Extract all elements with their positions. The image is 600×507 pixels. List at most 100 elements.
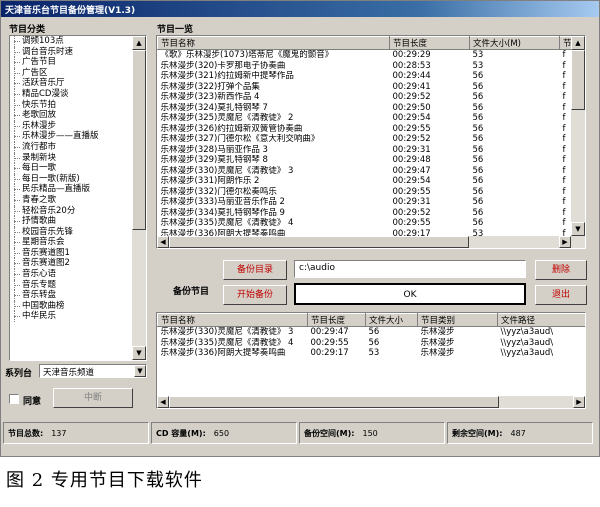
- table-row[interactable]: 乐林漫步(328)马丽亚作品 3 00:29:31 56 f: [158, 145, 574, 156]
- table-row[interactable]: 乐林漫步(326)约拉姆新双簧管协奏曲 00:29:55 56 f: [158, 124, 574, 135]
- table-row[interactable]: 乐林漫步(333)马丽亚音乐作品 2 00:29:31 56 f: [158, 197, 574, 208]
- category-item[interactable]: 音乐赛道图1: [10, 247, 132, 259]
- category-item[interactable]: 老歌回放: [10, 110, 132, 121]
- category-item[interactable]: 音乐专题: [10, 279, 132, 291]
- table-row[interactable]: 乐林漫步(322)打弹个品集 00:29:41 56 f: [158, 82, 574, 93]
- category-item[interactable]: 广告区: [10, 67, 132, 79]
- table-row[interactable]: 乐林漫步(334)莫扎特钢琴作品 9 00:29:52 56 f: [158, 208, 574, 219]
- table-row[interactable]: 乐林漫步(336)阿朗大提琴奏鸣曲 00:29:17 53 乐林漫步 \\yyz\a3a…: [158, 348, 586, 359]
- hscroll-thumb[interactable]: [169, 236, 469, 248]
- category-item[interactable]: 校园音乐先锋: [10, 226, 132, 238]
- table-cell: 乐林漫步(332)门德尔松奏鸣乐: [160, 186, 277, 197]
- scroll-left-icon[interactable]: ◀: [157, 396, 169, 408]
- table-row[interactable]: 乐林漫步(325)灵魔尼《清教徒》 2 00:29:54 56 f: [158, 113, 574, 124]
- category-item[interactable]: 活跃音乐厅: [10, 78, 132, 89]
- table-cell: \\yyz\a3aud\: [500, 327, 554, 337]
- program-scrollbar[interactable]: ▲ ▼: [571, 36, 585, 248]
- scroll-down-icon[interactable]: ▼: [132, 346, 146, 360]
- exit-button[interactable]: 退出: [535, 285, 587, 305]
- table-cell: 乐林漫步: [420, 337, 455, 348]
- table-row[interactable]: 乐林漫步(320)卡罗那电子协奏曲 00:28:53 53 f: [158, 61, 574, 72]
- category-item[interactable]: 中华民乐: [10, 311, 132, 322]
- status-bar: 节目总数: 137 CD 容量(M): 650 备份空间(M): 150 剩余空间(M): 4…: [3, 422, 597, 444]
- delete-button[interactable]: 删除: [535, 260, 587, 280]
- category-item[interactable]: 音乐心语: [10, 269, 132, 280]
- scroll-right-icon[interactable]: ▶: [559, 236, 571, 248]
- table-row[interactable]: 乐林漫步(323)新西作品 4 00:29:52 56 f: [158, 92, 574, 103]
- status-label: 节目总数:: [8, 429, 44, 438]
- column-header[interactable]: 文件路径: [497, 313, 585, 327]
- category-item[interactable]: 快乐节拍: [10, 99, 132, 111]
- status-label: 备份空间(M):: [304, 429, 355, 438]
- column-header[interactable]: 节目长度: [307, 313, 366, 327]
- table-row[interactable]: 乐林漫步(335)灵魔尼《清教徒》 4 00:29:55 56 f: [158, 218, 574, 229]
- start-backup-button[interactable]: 开始备份: [223, 285, 287, 305]
- table-cell: 《歌》乐林漫步(1073)塔蒂尼《魔鬼的颤音》: [160, 50, 334, 60]
- table-row[interactable]: 乐林漫步(335)灵魔尼《清教徒》 4 00:29:55 56 乐林漫步 \\yyz\a…: [158, 338, 586, 349]
- table-row[interactable]: 乐林漫步(329)莫扎特钢琴 8 00:29:48 56 f: [158, 155, 574, 166]
- table-row[interactable]: 乐林漫步(331)阿朗作乐 2 00:29:54 56 f: [158, 176, 574, 187]
- category-item[interactable]: 民乐精品—直播版: [10, 184, 132, 195]
- category-item[interactable]: 音乐赛道图2: [10, 258, 132, 269]
- download-hscrollbar[interactable]: ◀ ▶: [157, 396, 585, 408]
- table-cell: 53: [472, 50, 484, 60]
- scroll-thumb[interactable]: [132, 50, 146, 230]
- category-item[interactable]: 中国歌曲榜: [10, 300, 132, 312]
- table-cell: 56: [472, 123, 484, 134]
- hscroll-thumb[interactable]: [169, 396, 499, 408]
- chevron-down-icon[interactable]: ▼: [134, 365, 146, 377]
- scroll-thumb[interactable]: [571, 50, 585, 110]
- table-cell: 乐林漫步(333)马丽亚音乐作品 2: [160, 197, 285, 207]
- table-row[interactable]: 《歌》乐林漫步(1073)塔蒂尼《魔鬼的颤音》 00:29:29 53 f: [158, 50, 574, 61]
- category-item[interactable]: 录制新块: [10, 152, 132, 164]
- column-header[interactable]: 节目名称: [157, 313, 308, 327]
- backup-dir-button[interactable]: 备份目录: [223, 260, 287, 280]
- category-item[interactable]: 乐林漫步——直播版: [10, 131, 132, 142]
- category-item[interactable]: 调台音乐时速: [10, 46, 132, 58]
- category-item[interactable]: 青春之歌: [10, 194, 132, 206]
- scroll-up-icon[interactable]: ▲: [132, 36, 146, 50]
- table-cell: 乐林漫步(326)约拉姆新双簧管协奏曲: [160, 123, 303, 134]
- table-row[interactable]: 乐林漫步(330)灵魔尼《清教徒》 3 00:29:47 56 f: [158, 166, 574, 177]
- category-item[interactable]: 乐林漫步: [10, 120, 132, 132]
- category-item[interactable]: 轻松音乐20分: [10, 205, 132, 217]
- scroll-up-icon[interactable]: ▲: [571, 36, 585, 50]
- category-item[interactable]: 星期音乐会: [10, 237, 132, 248]
- table-row[interactable]: 乐林漫步(321)约拉姆新中提琴作品 00:29:44 56 f: [158, 71, 574, 82]
- scroll-down-icon[interactable]: ▼: [571, 222, 585, 236]
- table-row[interactable]: 乐林漫步(332)门德尔松奏鸣乐 00:29:55 56 f: [158, 187, 574, 198]
- column-header[interactable]: 节目名称: [157, 36, 390, 50]
- column-header[interactable]: 文件大小: [365, 313, 418, 327]
- series-select[interactable]: 天津音乐频道 ▼: [39, 364, 147, 378]
- agree-checkbox[interactable]: [9, 394, 19, 404]
- stop-button[interactable]: 中断: [53, 388, 133, 408]
- backup-dir-input[interactable]: c:\audio: [294, 260, 526, 278]
- table-row[interactable]: 乐林漫步(330)灵魔尼《清教徒》 3 00:29:47 56 乐林漫步 \\yyz\a…: [158, 327, 586, 338]
- table-cell: 乐林漫步(331)阿朗作乐 2: [160, 176, 260, 186]
- table-row[interactable]: 乐林漫步(327)门德尔松《意大利交响曲》 00:29:52 56 f: [158, 134, 574, 145]
- table-cell: 00:29:48: [392, 155, 431, 165]
- category-item[interactable]: 抒情歌曲: [10, 216, 132, 227]
- table-row[interactable]: 乐林漫步(324)莫扎特钢琴 7 00:29:50 56 f: [158, 103, 574, 114]
- category-item[interactable]: 每日一歌: [10, 163, 132, 174]
- column-header[interactable]: 节目类别: [417, 313, 498, 327]
- column-header[interactable]: 节目长度: [389, 36, 470, 50]
- category-item[interactable]: 每日一歌(新版): [10, 173, 132, 185]
- table-cell: 56: [472, 113, 484, 123]
- category-item[interactable]: 广告节目: [10, 57, 132, 68]
- status-label: 剩余空间(M):: [452, 429, 503, 438]
- table-cell: 56: [472, 186, 484, 197]
- program-hscrollbar[interactable]: ◀ ▶: [157, 236, 571, 248]
- category-scrollbar[interactable]: ▲ ▼: [132, 36, 146, 360]
- category-item[interactable]: 流行都市: [10, 141, 132, 153]
- category-item[interactable]: 调频103点: [10, 36, 132, 47]
- table-cell: 00:29:31: [392, 197, 431, 207]
- table-cell: 00:29:54: [392, 113, 431, 123]
- scroll-right-icon[interactable]: ▶: [573, 396, 585, 408]
- category-item[interactable]: 音乐转盘: [10, 290, 132, 301]
- program-section-label: 节目一览: [157, 25, 194, 35]
- column-header[interactable]: 文件大小(M): [469, 36, 560, 50]
- scroll-left-icon[interactable]: ◀: [157, 236, 169, 248]
- table-cell: 00:29:44: [392, 71, 431, 81]
- category-item[interactable]: 精品CD漫谈: [10, 88, 132, 100]
